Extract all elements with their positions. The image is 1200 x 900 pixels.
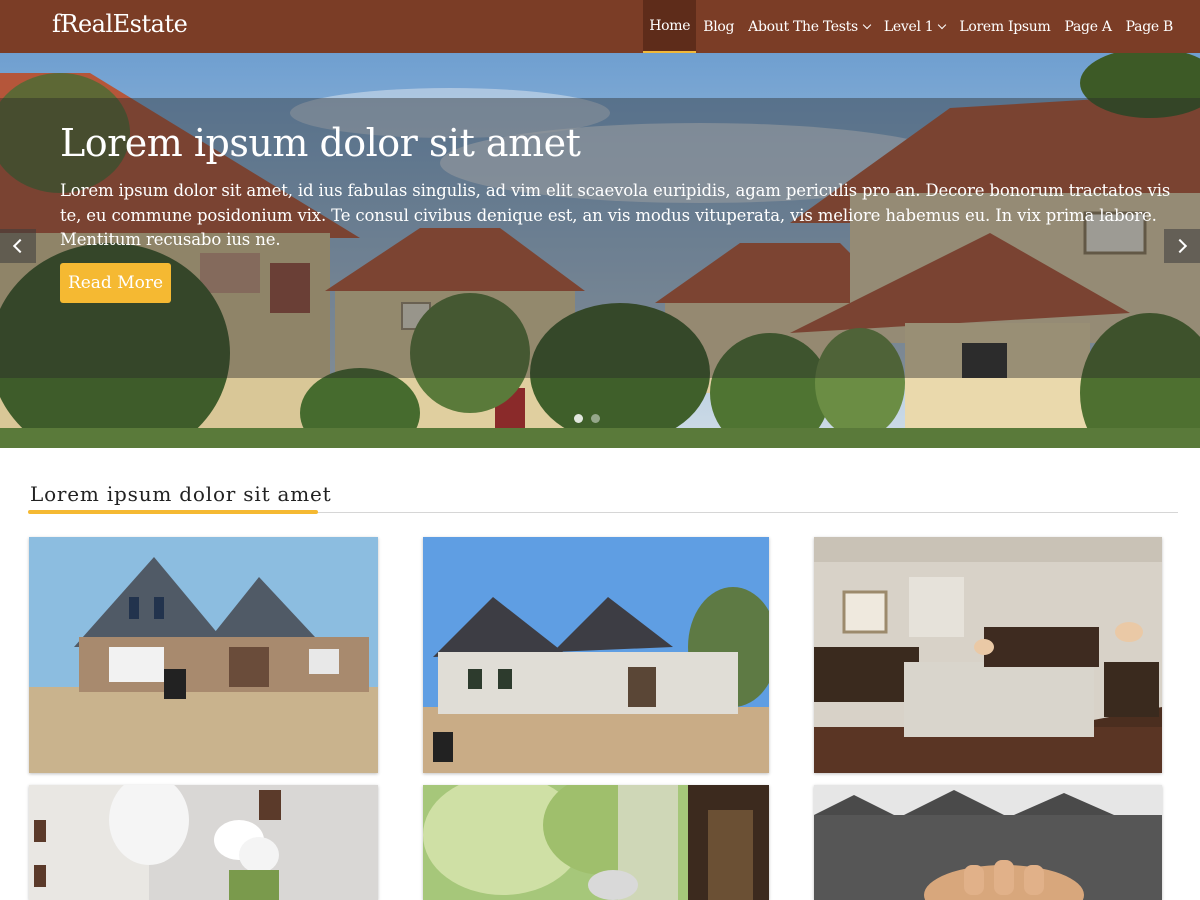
hero-title: Lorem ipsum dolor sit amet <box>60 121 581 165</box>
nav-item-label: Page B <box>1125 18 1174 35</box>
chevron-right-icon <box>1172 238 1188 254</box>
read-more-button[interactable]: Read More <box>60 263 171 303</box>
property-image <box>423 785 769 900</box>
slider-next-button[interactable] <box>1164 229 1200 263</box>
slider-dot[interactable] <box>591 414 600 423</box>
property-image <box>814 537 1162 773</box>
nav-item-label: Level 1 <box>883 18 934 35</box>
nav-item-label: Blog <box>703 18 735 35</box>
slider-dot[interactable] <box>574 414 583 423</box>
chevron-down-icon <box>938 20 947 29</box>
nav-item-label: Lorem Ipsum <box>959 18 1051 35</box>
nav-item-page-a[interactable]: Page A <box>1058 0 1119 53</box>
hero-text: Lorem ipsum dolor sit amet, id ius fabul… <box>60 181 1171 249</box>
nav-item-label: Home <box>649 17 691 34</box>
hero-slider: Lorem ipsum dolor sit amet Lorem ipsum d… <box>0 53 1200 448</box>
property-card[interactable] <box>423 537 769 773</box>
property-image <box>814 785 1162 900</box>
property-card[interactable] <box>423 785 769 900</box>
property-image <box>423 537 769 773</box>
property-card[interactable] <box>814 785 1162 900</box>
nav-item-page-b[interactable]: Page B <box>1119 0 1180 53</box>
nav-item-label: About The Tests <box>748 18 858 35</box>
chevron-down-icon <box>862 20 872 29</box>
nav-item-level-1[interactable]: Level 1 <box>877 0 953 53</box>
property-image <box>29 785 378 900</box>
property-image <box>29 537 378 773</box>
nav-item-label: Page A <box>1064 18 1112 35</box>
property-card[interactable] <box>814 537 1162 773</box>
nav-item-about-the-tests[interactable]: About The Tests <box>741 0 877 53</box>
slider-dots <box>574 414 600 423</box>
nav-item-blog[interactable]: Blog <box>696 0 741 53</box>
site-header: fRealEstate Home Blog About The Tests Le… <box>0 0 1200 53</box>
chevron-left-icon <box>12 238 28 254</box>
section-title: Lorem ipsum dolor sit amet <box>30 482 332 506</box>
property-card[interactable] <box>29 785 378 900</box>
nav-item-lorem-ipsum[interactable]: Lorem Ipsum <box>952 0 1057 53</box>
property-card[interactable] <box>29 537 378 773</box>
nav-item-home[interactable]: Home <box>643 0 697 53</box>
site-logo[interactable]: fRealEstate <box>52 10 188 38</box>
section-title-underline <box>28 510 318 514</box>
slider-prev-button[interactable] <box>0 229 36 263</box>
main-nav: Home Blog About The Tests Level 1 Lorem … <box>643 0 1180 53</box>
